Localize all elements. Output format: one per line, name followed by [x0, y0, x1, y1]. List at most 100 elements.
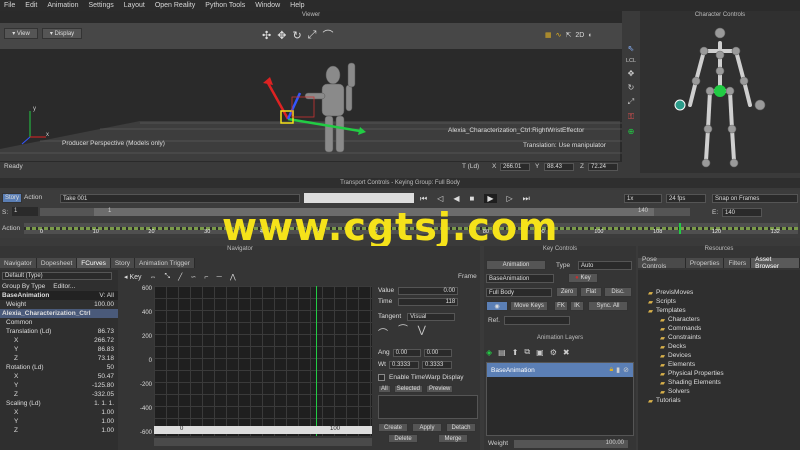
end-field[interactable]: 140 [722, 208, 762, 217]
prop-row[interactable]: Y 1.00 [0, 417, 118, 426]
prop-row[interactable]: Rotation (Ld) 50 [0, 363, 118, 372]
menu-window[interactable]: Window [255, 2, 280, 9]
lock-icon[interactable]: 🔒︎ [610, 366, 614, 374]
layer-merge-icon[interactable]: ⧉ [524, 347, 530, 357]
layer-list[interactable]: BaseAnimation 🔒︎ ▮ ⊘ [486, 362, 634, 436]
tree-item[interactable]: ▰ Scripts [638, 297, 800, 306]
tab-properties[interactable]: Properties [685, 258, 725, 268]
play-back-icon[interactable]: ◀ [453, 194, 459, 203]
x-field[interactable]: 266.01 [500, 163, 530, 171]
ik-button[interactable]: IK [570, 301, 584, 311]
tree-item[interactable]: ▰ Constraints [638, 333, 800, 342]
rotate-icon[interactable]: ↻ [292, 29, 301, 42]
eye-toggle[interactable]: ◉ [486, 301, 508, 311]
mode-2d-label[interactable]: 2D [575, 32, 584, 39]
view-menu-button[interactable]: ▾ View [4, 28, 38, 39]
arc-icon[interactable]: ⌒ [322, 27, 333, 43]
tree-item[interactable]: ▰ PrevisMoves [638, 288, 800, 297]
move-icon[interactable]: ✥ [628, 69, 635, 78]
add-layer-icon[interactable]: ◈ [486, 348, 492, 357]
frame-all-icon[interactable]: ⤡ [165, 273, 171, 281]
fcurve-playhead[interactable] [316, 286, 317, 436]
menu-animation[interactable]: Animation [47, 2, 78, 9]
detach-button[interactable]: Detach [446, 423, 476, 432]
prop-row[interactable]: Z 73.18 [0, 354, 118, 363]
tab-pose-controls[interactable]: Pose Controls [638, 256, 686, 270]
take-select[interactable]: Take 001 [60, 194, 300, 203]
tab-fcurves[interactable]: FCurves [77, 258, 111, 268]
weight-row[interactable]: Weight 100.00 [0, 300, 118, 309]
prev-key-icon[interactable]: ◁ [437, 194, 443, 203]
solo-icon[interactable]: ▮ [616, 366, 620, 374]
snap-icon[interactable]: ⇱ [566, 31, 572, 39]
tab-animation-trigger[interactable]: Animation Trigger [135, 258, 195, 268]
menu-layout[interactable]: Layout [124, 2, 145, 9]
stop-icon[interactable]: ■ [470, 194, 475, 203]
all-button[interactable]: All [378, 384, 391, 393]
layer-up-icon[interactable]: ⬆ [512, 348, 519, 357]
tree-item[interactable]: ▰ Physical Properties [638, 369, 800, 378]
tangent-smooth-icon[interactable]: ⌒ [378, 325, 388, 340]
tab-story[interactable]: Story [110, 258, 136, 268]
z-field[interactable]: 72.24 [588, 163, 618, 171]
prop-row[interactable]: X 266.72 [0, 336, 118, 345]
path-icon[interactable]: ∿ [556, 31, 562, 39]
move-icon[interactable]: ✥ [277, 29, 286, 42]
layer-weight-slider[interactable]: 100.00 [514, 440, 628, 448]
prop-row[interactable]: Z -332.05 [0, 390, 118, 399]
move-keys-button[interactable]: Move Keys [510, 301, 548, 311]
wt-out-field[interactable]: 0.3333 [421, 360, 452, 369]
action-tab[interactable]: Action [24, 194, 42, 201]
select-icon[interactable]: ⇖ [628, 44, 635, 53]
preview-button[interactable]: Preview [426, 384, 454, 393]
merge-button[interactable]: Merge [438, 434, 468, 443]
tree-item[interactable]: ▰ Characters [638, 315, 800, 324]
curve-smooth-icon[interactable]: ∽ [190, 273, 196, 281]
menu-open-reality[interactable]: Open Reality [155, 2, 195, 9]
prop-row[interactable]: X 1.00 [0, 408, 118, 417]
curve-linear-icon[interactable]: ╱ [178, 273, 182, 281]
tree-item[interactable]: ▰ Devices [638, 351, 800, 360]
prop-row[interactable]: Scaling (Ld) 1. 1. 1. [0, 399, 118, 408]
layer-row[interactable]: BaseAnimation V: All [0, 291, 118, 300]
rotate-icon[interactable]: ↻ [628, 83, 635, 92]
group-by-label[interactable]: Group By Type [2, 283, 45, 290]
flat-button[interactable]: Flat [580, 287, 602, 297]
tree-item[interactable]: ▰ Elements [638, 360, 800, 369]
prop-row[interactable]: Translation (Ld) 86.73 [0, 327, 118, 336]
type-filter-select[interactable]: Default (Type) [2, 272, 112, 280]
character-row[interactable]: Alexia_Characterization_Ctrl [0, 309, 118, 318]
y-field[interactable]: 88.43 [544, 163, 574, 171]
scale-icon[interactable]: ⤢ [308, 29, 317, 42]
disc-button[interactable]: Disc. [604, 287, 632, 297]
apply-button[interactable]: Apply [412, 423, 442, 432]
layer-settings-icon[interactable]: ⚙ [550, 348, 557, 357]
tree-item[interactable]: ▰ Tutorials [638, 396, 800, 405]
layer-item[interactable]: BaseAnimation 🔒︎ ▮ ⊘ [487, 363, 633, 377]
fcurve-graph[interactable] [154, 286, 372, 436]
menu-file[interactable]: File [4, 2, 15, 9]
keying-group-select[interactable]: Full Body [486, 288, 552, 297]
tree-item[interactable]: ▰ Shading Elements [638, 378, 800, 387]
menu-help[interactable]: Help [290, 2, 304, 9]
zoom-icon[interactable]: ⇔ [150, 274, 157, 281]
next-key-icon[interactable]: ▷ [507, 194, 513, 203]
tab-navigator[interactable]: Navigator [0, 258, 37, 268]
mute-icon[interactable]: ⊘ [623, 366, 629, 374]
viewer-panel[interactable]: Viewer ▾ View ▾ Display ✣ ✥ ↻ ⤢ ⌒ ▦ ∿ ⇱ … [0, 11, 622, 173]
tab-asset-browser[interactable]: Asset Browser [751, 256, 800, 270]
tree-item[interactable]: ▰ Commands [638, 324, 800, 333]
curve-peak-icon[interactable]: ⋀ [230, 273, 236, 281]
add-icon[interactable]: ⊕ [628, 127, 635, 136]
character-rig[interactable] [660, 25, 780, 173]
menu-settings[interactable]: Settings [88, 2, 113, 9]
layer-icon[interactable]: ▤ [498, 348, 506, 357]
lcl-toggle[interactable]: LCL [626, 58, 636, 64]
editor-button[interactable]: Editor... [53, 283, 75, 290]
ref-field[interactable] [504, 316, 570, 325]
prop-row[interactable]: Y 86.83 [0, 345, 118, 354]
zero-button[interactable]: Zero [556, 287, 578, 297]
display-menu-button[interactable]: ▾ Display [42, 28, 82, 39]
prop-row[interactable]: Z 1.00 [0, 426, 118, 435]
fps-select[interactable]: 24 fps [666, 194, 706, 203]
